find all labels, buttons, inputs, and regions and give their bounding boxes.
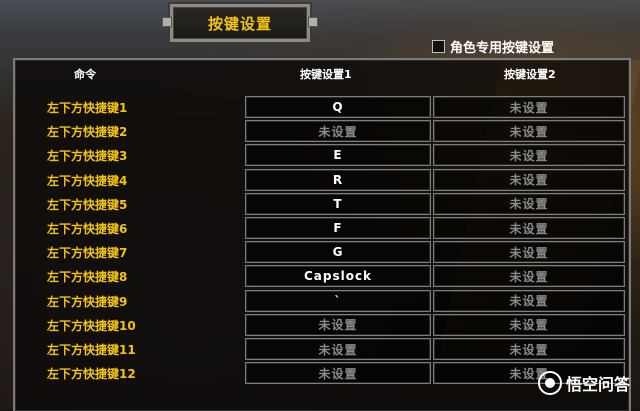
command-label: 左下方快捷键8 bbox=[47, 270, 128, 285]
keybind-slot-1-button[interactable]: 未设置 bbox=[245, 362, 431, 385]
command-label: 左下方快捷键6 bbox=[47, 222, 128, 236]
command-label: 左下方快捷键5 bbox=[47, 197, 128, 212]
keybind-slot-2-button[interactable]: 未设置 bbox=[433, 265, 625, 288]
character-specific-label: 角色专用按键设置 bbox=[450, 41, 555, 56]
wukong-logo-icon bbox=[537, 371, 562, 395]
keybind-slot-1-button[interactable]: E bbox=[245, 144, 431, 167]
keybind-slot-2-button[interactable]: 未设置 bbox=[433, 241, 625, 264]
keybind-slot-2-button[interactable]: 未设置 bbox=[433, 192, 625, 215]
character-specific-toggle[interactable]: 角色专用按键设置 bbox=[432, 37, 554, 56]
column-header-key2: 按键设置2 bbox=[504, 68, 556, 81]
keybind-slot-2-button[interactable]: 未设置 bbox=[433, 168, 625, 191]
keybind-slot-1-button[interactable]: 未设置 bbox=[245, 338, 431, 360]
command-label: 左下方快捷键3 bbox=[47, 149, 128, 164]
keybind-slot-2-button[interactable]: 未设置 bbox=[433, 217, 625, 239]
keybind-slot-1-button[interactable]: ` bbox=[245, 289, 431, 312]
command-label: 左下方快捷键12 bbox=[47, 367, 136, 382]
keybind-row: 左下方快捷键8 Capslock 未设置 bbox=[0, 265, 640, 288]
command-label: 左下方快捷键9 bbox=[47, 294, 128, 309]
keybind-slot-1-button[interactable]: T bbox=[245, 192, 431, 215]
dialog-title: 按键设置 bbox=[207, 14, 272, 33]
command-label: 左下方快捷键10 bbox=[47, 318, 136, 333]
character-specific-checkbox[interactable] bbox=[432, 40, 445, 53]
column-header-key1: 按键设置1 bbox=[300, 68, 352, 81]
keybind-slot-2-button[interactable]: 未设置 bbox=[433, 338, 625, 360]
keybind-slot-1-button[interactable]: Q bbox=[245, 96, 431, 118]
watermark-text: 悟空问答 bbox=[565, 375, 630, 394]
keybind-slot-2-button[interactable]: 未设置 bbox=[433, 313, 625, 336]
keybind-row: 左下方快捷键3 E 未设置 bbox=[0, 144, 640, 167]
keybind-slot-1-button[interactable]: Capslock bbox=[245, 265, 431, 288]
keybind-row: 左下方快捷键7 G 未设置 bbox=[0, 241, 640, 264]
keybind-slot-1-button[interactable]: 未设置 bbox=[245, 313, 431, 336]
keybind-slot-1-button[interactable]: G bbox=[245, 241, 431, 264]
keybind-slot-1-button[interactable]: F bbox=[245, 217, 431, 239]
keybind-slot-2-button[interactable]: 未设置 bbox=[433, 289, 625, 312]
keybind-row: 左下方快捷键11 未设置 未设置 bbox=[0, 338, 640, 360]
keybind-row: 左下方快捷键4 R 未设置 bbox=[0, 168, 640, 191]
watermark: 悟空问答 bbox=[537, 371, 630, 395]
keybind-row: 左下方快捷键6 F 未设置 bbox=[0, 217, 640, 239]
keybind-slot-1-button[interactable]: 未设置 bbox=[245, 120, 431, 143]
command-label: 左下方快捷键1 bbox=[47, 101, 128, 115]
keybind-slot-2-button[interactable]: 未设置 bbox=[433, 120, 625, 143]
keybind-row: 左下方快捷键10 未设置 未设置 bbox=[0, 313, 640, 336]
dialog-title-frame: 按键设置 bbox=[162, 4, 318, 42]
keybind-slot-1-button[interactable]: R bbox=[245, 168, 431, 191]
command-label: 左下方快捷键2 bbox=[47, 125, 128, 140]
column-header-command: 命令 bbox=[74, 68, 96, 81]
command-label: 左下方快捷键7 bbox=[47, 246, 128, 261]
keybind-row: 左下方快捷键1 Q 未设置 bbox=[0, 96, 640, 118]
keybind-row: 左下方快捷键5 T 未设置 bbox=[0, 192, 640, 215]
command-label: 左下方快捷键4 bbox=[47, 173, 128, 188]
keybind-slot-2-button[interactable]: 未设置 bbox=[433, 144, 625, 167]
keybind-slot-2-button[interactable]: 未设置 bbox=[433, 96, 625, 118]
command-label: 左下方快捷键11 bbox=[47, 343, 136, 357]
keybind-row: 左下方快捷键9 ` 未设置 bbox=[0, 289, 640, 312]
keybind-row: 左下方快捷键2 未设置 未设置 bbox=[0, 120, 640, 143]
